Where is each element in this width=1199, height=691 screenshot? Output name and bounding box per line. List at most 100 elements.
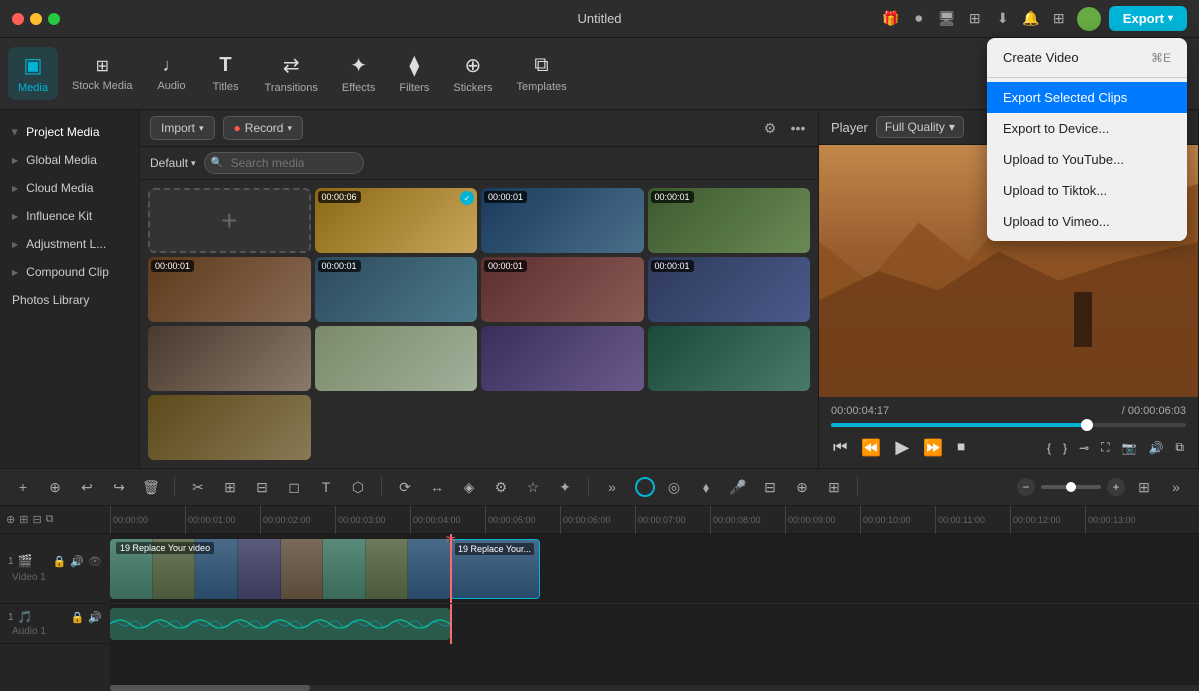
track-audio-button[interactable]: ⊟ [32, 513, 41, 526]
snapshot-button[interactable]: 📷 [1120, 438, 1139, 457]
default-dropdown[interactable]: Default [150, 156, 196, 170]
dropdown-item-export-selected[interactable]: Export Selected Clips [987, 82, 1187, 113]
quality-dropdown[interactable]: Full Quality [876, 116, 964, 138]
track-add-button[interactable]: ⊕ [6, 513, 15, 526]
list-item[interactable]: 22 Replace Yo... [315, 326, 478, 391]
sidebar-item-compound-clip[interactable]: ▶ Compound Clip [0, 258, 139, 286]
track-snap-button[interactable]: ⧉ [46, 513, 54, 526]
volume-button[interactable]: 🔊 [1146, 438, 1165, 457]
dropdown-item-upload-youtube[interactable]: Upload to YouTube... [987, 144, 1187, 175]
audio-volume-icon[interactable]: 🔊 [88, 611, 102, 624]
list-item[interactable]: 00:00:01 15 Replace Yo... [648, 188, 811, 253]
track-lock-icon[interactable]: 🔒 [53, 555, 67, 568]
sidebar-item-project-media[interactable]: ▶ Project Media [0, 118, 139, 146]
sidebar-item-influence-kit[interactable]: ▶ Influence Kit [0, 202, 139, 230]
more-icon[interactable]: ••• [788, 118, 808, 138]
toolbar-item-templates[interactable]: ⧉ Templates [506, 48, 576, 99]
undo-button[interactable]: ↩ [74, 474, 100, 500]
add-media-button[interactable]: + [10, 474, 36, 500]
sticker-btn2[interactable]: ⊕ [789, 474, 815, 500]
settings-btn-right[interactable]: » [1163, 474, 1189, 500]
redo-button[interactable]: ↪ [106, 474, 132, 500]
progress-bar[interactable] [831, 423, 1186, 427]
toolbar-item-media[interactable]: ▣ Media [8, 47, 58, 100]
delete-button[interactable]: 🗑 [138, 474, 164, 500]
speed-plus-button[interactable]: + [1107, 478, 1125, 496]
minimize-button[interactable] [30, 13, 42, 25]
flip-button[interactable]: ↔ [424, 474, 450, 500]
toolbar-item-effects[interactable]: ✦ Effects [332, 47, 385, 100]
download-icon[interactable]: ⬇ [993, 9, 1013, 29]
toolbar-item-transitions[interactable]: ⇄ Transitions [255, 47, 328, 100]
video-clip-1[interactable]: 19 Replace Your video [110, 539, 450, 599]
fx-button[interactable]: ✦ [552, 474, 578, 500]
track-volume-icon[interactable]: 🔊 [70, 555, 84, 568]
list-item[interactable]: 00:00:01 16 Replace Yo... [481, 257, 644, 322]
frame-back-button[interactable]: ⏪ [859, 436, 883, 460]
loop-button[interactable]: ⟳ [392, 474, 418, 500]
screen-record-btn[interactable]: ⊞ [821, 474, 847, 500]
progress-thumb[interactable] [1081, 419, 1093, 431]
video-clip-2[interactable]: 19 Replace Your... [450, 539, 540, 599]
list-item[interactable]: 00:00:06 ✓ 19 Replace Yo... [315, 188, 478, 253]
audio-lock-icon[interactable]: 🔒 [71, 611, 85, 624]
record-icon[interactable]: ⏺ [909, 9, 929, 29]
stop-button[interactable]: ⏹ [955, 437, 967, 459]
toolbar-item-audio[interactable]: ♩ Audio [147, 49, 197, 98]
play-button[interactable]: ▶ [893, 435, 911, 460]
sidebar-item-photos-library[interactable]: Photos Library [0, 286, 139, 314]
out-point-button[interactable]: } [1061, 438, 1069, 457]
toolbar-item-filters[interactable]: ⧫ Filters [389, 47, 439, 100]
mark-button[interactable]: ⊸ [1077, 438, 1091, 457]
apps-icon[interactable]: ⊞ [1049, 9, 1069, 29]
list-item[interactable] [148, 395, 311, 460]
speed-minus-button[interactable]: − [1017, 478, 1035, 496]
import-media-item[interactable]: + Import Media [148, 188, 311, 253]
grid-icon[interactable]: ⊞ [965, 9, 985, 29]
trim-button[interactable]: ⊟ [249, 474, 275, 500]
list-item[interactable]: 00:00:01 18 Replace Yo... [148, 257, 311, 322]
audio-clip[interactable] [110, 608, 450, 640]
more-tools-button[interactable]: » [599, 474, 625, 500]
timeline-scrollbar-track[interactable] [110, 685, 1199, 691]
cut-button[interactable]: ✂ [185, 474, 211, 500]
list-item[interactable]: 00:00:01 17 Replace Yo... [481, 188, 644, 253]
skip-back-button[interactable]: ⏮ [831, 437, 849, 459]
timeline-tracks-area[interactable]: 19 Replace Your video 19 Replace Your...… [110, 534, 1199, 691]
subtitle-button[interactable]: ⊟ [757, 474, 783, 500]
audio-enhance-button[interactable]: ⬧ [693, 474, 719, 500]
sidebar-item-adjustment[interactable]: ▶ Adjustment L... [0, 230, 139, 258]
list-item[interactable]: 27 Replace Yo... [148, 326, 311, 391]
list-item[interactable]: 20 Replace Yo... [481, 326, 644, 391]
settings-button[interactable]: ⚙ [488, 474, 514, 500]
dropdown-item-export-device[interactable]: Export to Device... [987, 113, 1187, 144]
fullscreen-button[interactable]: ⛶ [1099, 438, 1111, 457]
edit-btn-2[interactable]: ⊕ [42, 474, 68, 500]
screen-icon[interactable]: 🖥 [937, 9, 957, 29]
dropdown-item-create-video[interactable]: Create Video ⌘E [987, 42, 1187, 73]
export-button[interactable]: Export [1109, 6, 1187, 31]
aspect-ratio-button[interactable]: ⧉ [1173, 438, 1186, 457]
track-link-button[interactable]: ⊞ [19, 513, 28, 526]
record-button[interactable]: ●Record [223, 116, 303, 140]
mask-button[interactable]: ◈ [456, 474, 482, 500]
avatar[interactable] [1077, 7, 1101, 31]
close-button[interactable] [12, 13, 24, 25]
list-item[interactable]: 18 Replace Yo... [648, 326, 811, 391]
list-item[interactable]: 00:00:01 14 Replace Yo... [315, 257, 478, 322]
timeline-scrollbar-thumb[interactable] [110, 685, 310, 691]
toolbar-item-titles[interactable]: T Titles [201, 48, 251, 99]
shape-button[interactable]: ⬡ [345, 474, 371, 500]
dropdown-item-upload-vimeo[interactable]: Upload to Vimeo... [987, 206, 1187, 237]
dropdown-item-upload-tiktok[interactable]: Upload to Tiktok... [987, 175, 1187, 206]
star-button[interactable]: ☆ [520, 474, 546, 500]
bell-icon[interactable]: 🔔 [1021, 9, 1041, 29]
sidebar-item-cloud-media[interactable]: ▶ Cloud Media [0, 174, 139, 202]
toolbar-item-stickers[interactable]: ⊕ Stickers [443, 47, 502, 100]
sidebar-item-global-media[interactable]: ▶ Global Media [0, 146, 139, 174]
rotate-button[interactable]: ◻ [281, 474, 307, 500]
speed-thumb[interactable] [1066, 482, 1076, 492]
speed-track[interactable] [1041, 485, 1101, 489]
search-input[interactable] [204, 152, 364, 174]
layout-toggle-button[interactable]: ⊞ [1131, 474, 1157, 500]
